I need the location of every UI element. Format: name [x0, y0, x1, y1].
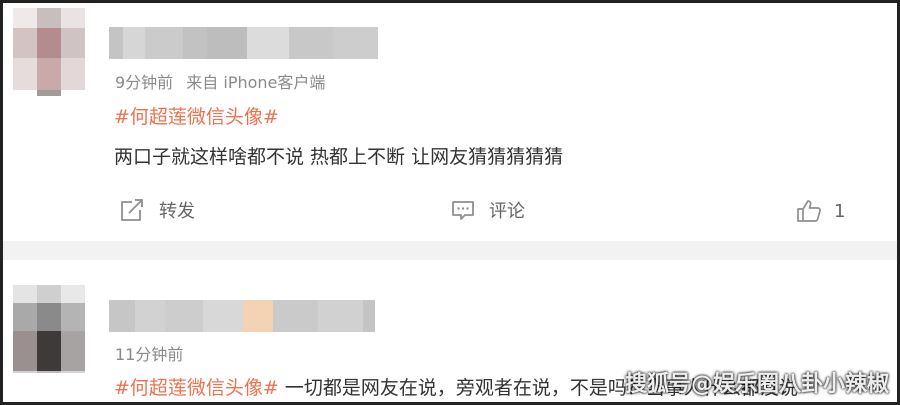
watermark: 搜狐号@娱乐圈八卦小辣椒 — [624, 372, 889, 397]
repost-icon — [121, 199, 143, 221]
weibo-comment-card: 9分钟前 来自 iPhone客户端 #何超莲微信头像# 两口子就这样啥都不说 热… — [3, 3, 897, 241]
timestamp: 11分钟前 — [115, 345, 184, 364]
comment-button[interactable]: 评论 — [451, 197, 525, 223]
post-meta: 11分钟前 — [115, 341, 183, 365]
username-pixelated[interactable] — [109, 300, 375, 332]
avatar[interactable] — [13, 8, 85, 96]
comment-label: 评论 — [489, 201, 525, 222]
timestamp: 9分钟前 — [115, 73, 174, 92]
hashtag-link[interactable]: #何超莲微信头像# — [114, 377, 279, 399]
card-divider — [3, 241, 897, 260]
thumbs-up-icon — [797, 200, 821, 222]
hashtag-link[interactable]: #何超莲微信头像# — [114, 102, 279, 129]
repost-button[interactable]: 转发 — [119, 197, 195, 223]
like-count: 1 — [834, 200, 846, 222]
comment-icon — [452, 201, 474, 220]
post-source: 来自 iPhone客户端 — [186, 73, 326, 92]
avatar[interactable] — [13, 285, 85, 373]
comment-text: 两口子就这样啥都不说 热都上不断 让网友猜猜猜猜猜 — [114, 146, 564, 168]
repost-label: 转发 — [159, 201, 195, 222]
post-meta: 9分钟前 来自 iPhone客户端 — [115, 69, 325, 93]
username-pixelated[interactable] — [109, 27, 378, 59]
weibo-comment-card: 11分钟前 #何超莲微信头像# 一切都是网友在说，旁观者在说，不是吗？当事人什么都… — [3, 260, 897, 402]
screenshot-frame: 9分钟前 来自 iPhone客户端 #何超莲微信头像# 两口子就这样啥都不说 热… — [0, 0, 900, 405]
like-button[interactable]: 1 — [796, 199, 845, 223]
